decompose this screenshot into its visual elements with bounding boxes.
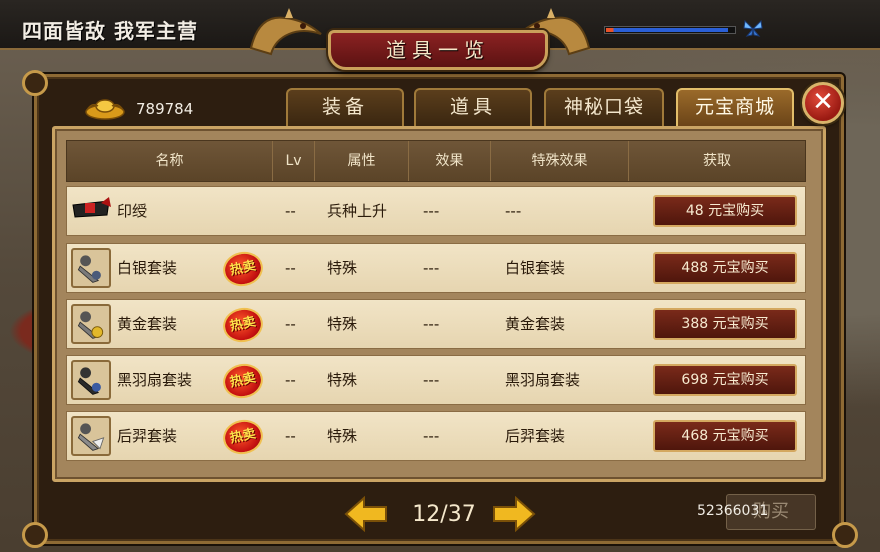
item-level: -- <box>285 371 296 389</box>
table-row: 热卖 黄金套装 -- 特殊 --- 黄金套装 388 元宝购买 <box>66 299 806 349</box>
item-level: -- <box>285 427 296 445</box>
item-level: -- <box>285 202 296 220</box>
table-row: 热卖 黑羽扇套装 -- 特殊 --- 黑羽扇套装 698 元宝购买 <box>66 355 806 405</box>
buy-button[interactable]: 388 元宝购买 <box>653 308 797 340</box>
header-obtain: 获取 <box>703 153 731 169</box>
item-attribute: 特殊 <box>327 371 358 389</box>
gold-amount: 789784 <box>136 100 194 118</box>
table-row: 热卖 白银套装 -- 特殊 --- 白银套装 488 元宝购买 <box>66 243 806 293</box>
item-effect: --- <box>423 315 440 333</box>
item-effect: --- <box>423 427 440 445</box>
next-page-arrow-icon[interactable] <box>492 496 536 532</box>
item-attribute: 特殊 <box>327 315 358 333</box>
page-indicator: 12/37 <box>412 502 476 527</box>
item-name: 印绶 <box>117 202 148 220</box>
corner-ornament-icon <box>22 522 48 548</box>
scene-title: 四面皆敌 我军主营 <box>22 19 198 43</box>
item-special-effect: 后羿套装 <box>505 427 566 445</box>
hot-sale-badge: 热卖 <box>219 416 267 458</box>
item-attribute: 兵种上升 <box>327 202 388 220</box>
buy-button[interactable]: 488 元宝购买 <box>653 252 797 284</box>
previous-page-arrow-icon[interactable] <box>344 496 388 532</box>
close-button[interactable]: ✕ <box>802 82 844 124</box>
item-special-effect: 黑羽扇套装 <box>505 371 581 389</box>
buy-button[interactable]: 698 元宝购买 <box>653 364 797 396</box>
window-title: 道具一览 <box>328 30 548 70</box>
tab-ingot-shop[interactable]: 元宝商城 <box>676 88 794 126</box>
header-level: Lv <box>273 141 315 181</box>
item-special-effect: --- <box>505 202 522 220</box>
houyi-armor-set-icon <box>71 416 111 456</box>
gold-ingot-icon <box>85 99 125 120</box>
item-effect: --- <box>423 259 440 277</box>
item-level: -- <box>285 315 296 333</box>
item-name: 后羿套装 <box>117 427 178 445</box>
black-feather-fan-set-icon <box>71 360 111 400</box>
buy-button[interactable]: 468 元宝购买 <box>653 420 797 452</box>
seal-ribbon-icon <box>72 197 111 218</box>
table-row: 印绶 -- 兵种上升 --- --- 48 元宝购买 <box>66 186 806 236</box>
tab-mystery-bag[interactable]: 神秘口袋 <box>544 88 664 126</box>
hot-sale-badge: 热卖 <box>219 304 267 346</box>
footer-number: 52366031 <box>697 503 769 519</box>
tab-items[interactable]: 道具 <box>414 88 532 126</box>
item-special-effect: 黄金套装 <box>505 315 566 333</box>
buy-button[interactable]: 48 元宝购买 <box>653 195 797 227</box>
gold-armor-set-icon <box>71 304 111 344</box>
silver-armor-set-icon <box>71 248 111 288</box>
header-effect: 效果 <box>409 141 491 181</box>
item-effect: --- <box>423 202 440 220</box>
header-name: 名称 <box>67 141 273 181</box>
butterfly-icon <box>743 19 763 37</box>
item-attribute: 特殊 <box>327 427 358 445</box>
health-bar <box>604 26 736 34</box>
item-special-effect: 白银套装 <box>505 259 566 277</box>
tab-equipment[interactable]: 装备 <box>286 88 404 126</box>
dragon-ornament-left-icon <box>249 8 322 56</box>
corner-ornament-icon <box>832 522 858 548</box>
table-row: 热卖 后羿套装 -- 特殊 --- 后羿套装 468 元宝购买 <box>66 411 806 461</box>
header-attribute: 属性 <box>315 141 409 181</box>
item-attribute: 特殊 <box>327 259 358 277</box>
item-level: -- <box>285 259 296 277</box>
item-name: 白银套装 <box>117 259 178 277</box>
health-bar-fill <box>606 28 728 32</box>
item-name: 黄金套装 <box>117 315 178 333</box>
item-effect: --- <box>423 371 440 389</box>
hot-sale-badge: 热卖 <box>219 360 267 402</box>
header-special-effect: 特殊效果 <box>491 141 629 181</box>
item-name: 黑羽扇套装 <box>117 371 193 389</box>
hot-sale-badge: 热卖 <box>219 248 267 290</box>
corner-ornament-icon <box>22 70 48 96</box>
table-header: 名称 Lv 属性 效果 特殊效果 获取 <box>66 140 806 182</box>
